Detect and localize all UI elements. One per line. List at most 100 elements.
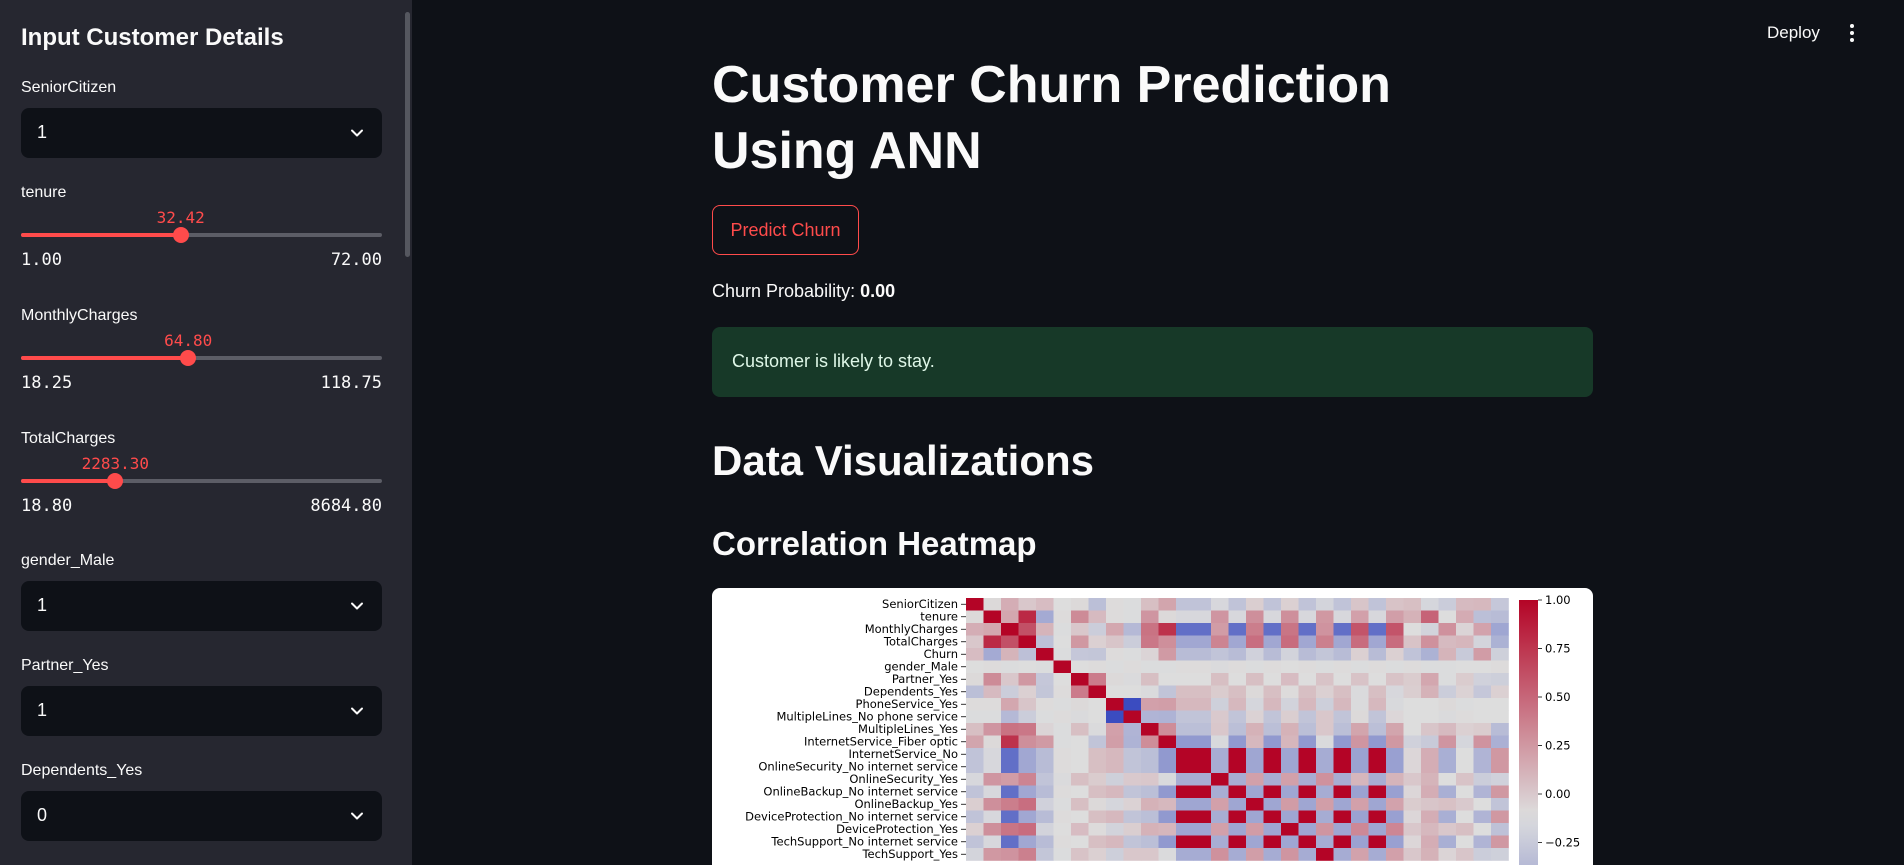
tenure-slider[interactable]: 32.42 1.00 72.00 [21, 208, 382, 270]
monthly-charges-thumb[interactable] [180, 350, 197, 366]
sidebar: Input Customer Details SeniorCitizen 1 t… [0, 0, 412, 865]
heatmap-cell [1123, 823, 1142, 836]
monthly-charges-max: 118.75 [320, 373, 382, 393]
heatmap-cell [1281, 810, 1299, 824]
heatmap-cell [1473, 810, 1492, 824]
heatmap-cell [1211, 798, 1229, 811]
dependents-yes-select[interactable]: 0 [21, 791, 382, 841]
heatmap-cell [1386, 598, 1404, 611]
heatmap-cell [1001, 635, 1019, 649]
heatmap-cell [1053, 598, 1072, 611]
heatmap-cell [1403, 610, 1422, 624]
heatmap-cell [1491, 835, 1509, 849]
heatmap-cell [1281, 723, 1299, 736]
heatmap-cell [1491, 848, 1509, 861]
heatmap-cell [1491, 773, 1509, 786]
heatmap-cell [983, 735, 1002, 749]
heatmap-cell [1071, 723, 1089, 736]
tenure-min: 1.00 [21, 250, 62, 270]
heatmap-cell [1176, 848, 1194, 861]
heatmap-cell [1088, 798, 1107, 811]
sidebar-scrollbar[interactable] [405, 12, 410, 257]
heatmap-cell [1316, 773, 1334, 786]
heatmap-cell [983, 785, 1002, 799]
heatmap-cell [1053, 798, 1072, 811]
heatmap-cell [1141, 635, 1159, 649]
heatmap-cell [1176, 735, 1194, 749]
heatmap-cell [1001, 660, 1019, 674]
heatmap-cell [1473, 785, 1492, 799]
heatmap-cell [1071, 685, 1089, 699]
heatmap-cell [1001, 773, 1019, 786]
heatmap-cell [1141, 848, 1159, 861]
heatmap-cell [1246, 660, 1264, 674]
heatmap-cell [1316, 723, 1334, 736]
heatmap-cell [1456, 648, 1474, 661]
heatmap-cell [1036, 823, 1054, 836]
heatmap-cell [1281, 673, 1299, 686]
deploy-button[interactable]: Deploy [1767, 23, 1820, 43]
heatmap-cell [1316, 635, 1334, 649]
heatmap-cell [1473, 835, 1492, 849]
heatmap-cell [1281, 823, 1299, 836]
heatmap-cell [1263, 748, 1282, 761]
heatmap-cell [1368, 723, 1387, 736]
heatmap-cell [1123, 648, 1142, 661]
monthly-charges-track[interactable] [21, 350, 382, 366]
tenure-track-fill [21, 233, 181, 237]
predict-churn-button[interactable]: Predict Churn [712, 205, 859, 255]
heatmap-cell [1403, 835, 1422, 849]
heatmap-cell [966, 760, 984, 774]
heatmap-cell [1351, 835, 1369, 849]
heatmap-cell [1403, 748, 1422, 761]
heatmap-cell [1333, 798, 1352, 811]
heatmap-cell [1491, 785, 1509, 799]
monthly-charges-slider[interactable]: 64.80 18.25 118.75 [21, 331, 382, 393]
tenure-thumb[interactable] [172, 227, 189, 243]
heatmap-cell [1106, 685, 1124, 699]
heatmap-cell [1158, 785, 1177, 799]
heatmap-cell [1351, 660, 1369, 674]
heatmap-cell [1018, 598, 1037, 611]
heatmap-cell [1386, 698, 1404, 711]
heatmap-cell [1456, 598, 1474, 611]
heatmap-cell [1438, 648, 1457, 661]
senior-citizen-select[interactable]: 1 [21, 108, 382, 158]
heatmap-cell [1211, 635, 1229, 649]
heatmap-cell [1438, 610, 1457, 624]
heatmap-cell [1491, 598, 1509, 611]
heatmap-cell [1211, 610, 1229, 624]
heatmap-cell [1211, 648, 1229, 661]
heatmap-cell [1036, 710, 1054, 724]
heatmap-cell [966, 735, 984, 749]
tenure-track[interactable] [21, 227, 382, 243]
heatmap-cell [1333, 810, 1352, 824]
heatmap-cell [1316, 760, 1334, 774]
heatmap-cell [1158, 698, 1177, 711]
heatmap-cell [1351, 848, 1369, 861]
heatmap-cell [1193, 735, 1212, 749]
heatmap-cell [1438, 673, 1457, 686]
heatmap-cell [1298, 623, 1317, 636]
heatmap-cell [966, 598, 984, 611]
heatmap-cell [1018, 810, 1037, 824]
total-charges-track[interactable] [21, 473, 382, 489]
heatmap-cell [1298, 810, 1317, 824]
total-charges-slider[interactable]: 2283.30 18.80 8684.80 [21, 454, 382, 516]
partner-yes-select[interactable]: 1 [21, 686, 382, 736]
heatmap-cell [1473, 760, 1492, 774]
kebab-menu-icon[interactable] [1848, 22, 1856, 44]
heatmap-cell [1123, 710, 1142, 724]
heatmap-cell [1351, 723, 1369, 736]
total-charges-thumb[interactable] [107, 473, 124, 489]
heatmap-cell [1088, 648, 1107, 661]
heatmap-cell [1351, 773, 1369, 786]
heatmap-cell [1246, 835, 1264, 849]
heatmap-cell [1438, 635, 1457, 649]
gender-male-select[interactable]: 1 [21, 581, 382, 631]
heatmap-cell [1106, 823, 1124, 836]
heatmap-cell [1053, 635, 1072, 649]
heatmap-cell [1193, 710, 1212, 724]
heatmap-cell [1456, 610, 1474, 624]
heatmap-cell [1386, 773, 1404, 786]
